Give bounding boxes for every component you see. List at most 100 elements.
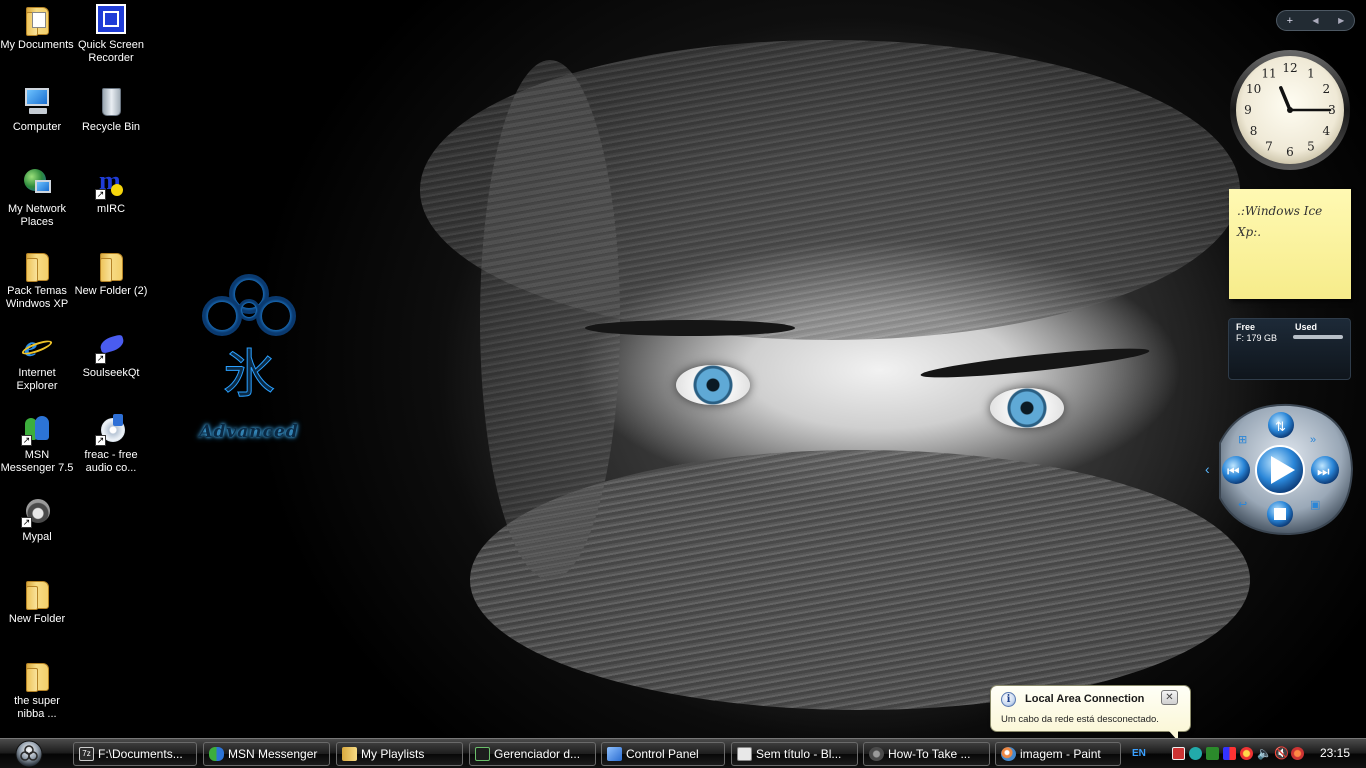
clock-number: 12: [1282, 61, 1297, 75]
wallpaper-scarf-left: [480, 60, 620, 580]
taskbar-clock[interactable]: 23:15: [1320, 746, 1350, 760]
start-button[interactable]: [12, 739, 46, 768]
browser-icon: [869, 747, 884, 761]
desktop-icon-the-super-nibba[interactable]: the super nibba ...: [0, 660, 74, 721]
taskbar: 7z F:\Documents... MSN Messenger My Play…: [0, 738, 1366, 768]
desktop-icon-recycle-bin[interactable]: Recycle Bin: [74, 86, 148, 134]
biohazard-icon: 氷: [202, 274, 296, 406]
clock-number: 1: [1307, 67, 1315, 81]
wallpaper-eye-left: [676, 365, 750, 405]
desktop-icon-my-network-places[interactable]: My Network Places: [0, 168, 74, 229]
msn-messenger-icon: ↗: [21, 414, 53, 446]
sidebar-prev-button[interactable]: ◀: [1305, 16, 1325, 25]
desktop-icon-label: New Folder: [8, 613, 66, 625]
shortcut-arrow-icon: ↗: [95, 189, 106, 200]
desktop-icon-label: MSN Messenger 7.5: [0, 449, 74, 474]
clock-number: 11: [1261, 67, 1276, 81]
security-tray-icon[interactable]: [1291, 747, 1304, 760]
desktop-icon-label: My Documents: [0, 39, 74, 51]
balloon-message: Um cabo da rede está desconectado.: [1001, 714, 1159, 725]
freac-icon: ↗: [95, 414, 127, 446]
taskbar-button-gerenciador[interactable]: Gerenciador d...: [469, 742, 596, 766]
volume-tray-icon[interactable]: 🔈: [1257, 747, 1272, 760]
desktop-icon-label: Recycle Bin: [81, 121, 141, 133]
shortcut-arrow-icon: ↗: [21, 517, 32, 528]
taskbar-button-msn-messenger[interactable]: MSN Messenger: [203, 742, 330, 766]
sidebar-add-gadget-button[interactable]: +: [1280, 15, 1300, 27]
sidebar-next-button[interactable]: ▶: [1331, 16, 1351, 25]
folder-icon: [342, 747, 357, 761]
desktop-icon-computer[interactable]: Computer: [0, 86, 74, 134]
stop-icon: [1274, 508, 1286, 520]
mirc-icon: m ↗: [95, 168, 127, 200]
drive-free-label: Free: [1236, 322, 1256, 332]
desktop-icon-new-folder-2[interactable]: New Folder (2): [74, 250, 148, 298]
sidebar-controls: + ◀ ▶: [1276, 10, 1355, 31]
folder-open-icon[interactable]: ▣: [1310, 499, 1320, 511]
language-indicator[interactable]: EN: [1132, 748, 1146, 759]
next-icon: ⏭: [1317, 463, 1330, 479]
desktop-icon-label: freac - free audio co...: [84, 449, 138, 474]
folder-icon: [21, 250, 53, 282]
desktop-icon-freac[interactable]: ↗ freac - free audio co...: [74, 414, 148, 475]
taskbar-button-how-to[interactable]: How-To Take ...: [863, 742, 990, 766]
notepad-icon: [737, 747, 752, 761]
my-documents-icon: [21, 4, 53, 36]
internet-explorer-icon: e: [20, 332, 54, 364]
taskbar-button-my-playlists[interactable]: My Playlists: [336, 742, 463, 766]
taskbar-button-label: Sem título - Bl...: [756, 747, 842, 761]
task-manager-tray-icon[interactable]: [1206, 747, 1219, 760]
taskbar-button-label: Control Panel: [626, 747, 699, 761]
desktop-icon-mypal[interactable]: ↗ Mypal: [0, 496, 74, 544]
7zip-icon: 7z: [79, 747, 94, 761]
paint-icon: [1001, 747, 1016, 761]
desktop-icon-internet-explorer[interactable]: e Internet Explorer: [0, 332, 74, 393]
desktop-icon-label: My Network Places: [7, 203, 67, 228]
balloon-title: Local Area Connection: [1025, 693, 1145, 705]
taskbar-button-documents[interactable]: 7z F:\Documents...: [73, 742, 197, 766]
drive-meter-gadget: Free Used F: 179 GB: [1228, 318, 1351, 380]
network-icon[interactable]: [1189, 747, 1202, 760]
clock-number: 8: [1250, 124, 1258, 138]
info-icon: i: [1001, 692, 1016, 707]
messenger-tray-icon[interactable]: [1223, 747, 1236, 760]
taskbar-button-label: Gerenciador d...: [494, 747, 581, 761]
shortcut-arrow-icon: ↗: [95, 435, 106, 446]
desktop-icon-quick-screen-recorder[interactable]: Quick Screen Recorder: [74, 4, 148, 65]
desktop-icon-my-documents[interactable]: My Documents: [0, 4, 74, 52]
clock-number: 10: [1246, 82, 1261, 96]
desktop-icon-label: Internet Explorer: [16, 367, 58, 392]
notification-balloon[interactable]: i Local Area Connection Um cabo da rede …: [990, 685, 1191, 741]
balloon-close-button[interactable]: ✕: [1161, 690, 1178, 705]
desktop-icon-msn-messenger[interactable]: ↗ MSN Messenger 7.5: [0, 414, 74, 475]
repeat-icon[interactable]: ↩: [1238, 499, 1247, 511]
taskbar-button-label: imagem - Paint: [1020, 747, 1101, 761]
taskbar-button-paint[interactable]: imagem - Paint: [995, 742, 1121, 766]
taskbar-button-notepad[interactable]: Sem título - Bl...: [731, 742, 858, 766]
system-tray: 🔈 🔇: [1168, 746, 1318, 762]
desktop-icon-label: Pack Temas Windwos XP: [5, 285, 69, 310]
media-collapse-icon[interactable]: ‹: [1205, 461, 1210, 477]
recycle-bin-icon: [95, 86, 127, 118]
notes-gadget[interactable]: .:Windows Ice Xp:.: [1229, 189, 1351, 299]
shuffle-icon: ⇅: [1275, 419, 1286, 434]
folder-icon: [95, 250, 127, 282]
audio-mute-tray-icon[interactable]: 🔇: [1274, 747, 1289, 760]
desktop-icon-pack-temas[interactable]: Pack Temas Windwos XP: [0, 250, 74, 311]
volume-icon[interactable]: »: [1310, 434, 1316, 446]
logo-text: Advanced: [199, 422, 299, 442]
desktop-icon-new-folder[interactable]: New Folder: [0, 578, 74, 626]
browser-tray-icon[interactable]: [1240, 747, 1253, 760]
desktop-icon-soulseekqt[interactable]: ↗ SoulseekQt: [74, 332, 148, 380]
mypal-icon: ↗: [21, 496, 53, 528]
previous-icon: ⏮: [1227, 463, 1240, 479]
desktop-icon-mirc[interactable]: m ↗ mIRC: [74, 168, 148, 216]
taskbar-button-control-panel[interactable]: Control Panel: [601, 742, 725, 766]
network-disconnected-icon[interactable]: [1172, 747, 1185, 760]
desktop-icon-label: Computer: [12, 121, 62, 133]
network-places-icon: [21, 168, 53, 200]
note-text: .:Windows Ice Xp:.: [1237, 204, 1323, 239]
desktop-icon-label: SoulseekQt: [82, 367, 140, 379]
clock-gadget[interactable]: 12 1234567891011: [1228, 48, 1352, 172]
drive-usage-bar: [1293, 335, 1343, 339]
